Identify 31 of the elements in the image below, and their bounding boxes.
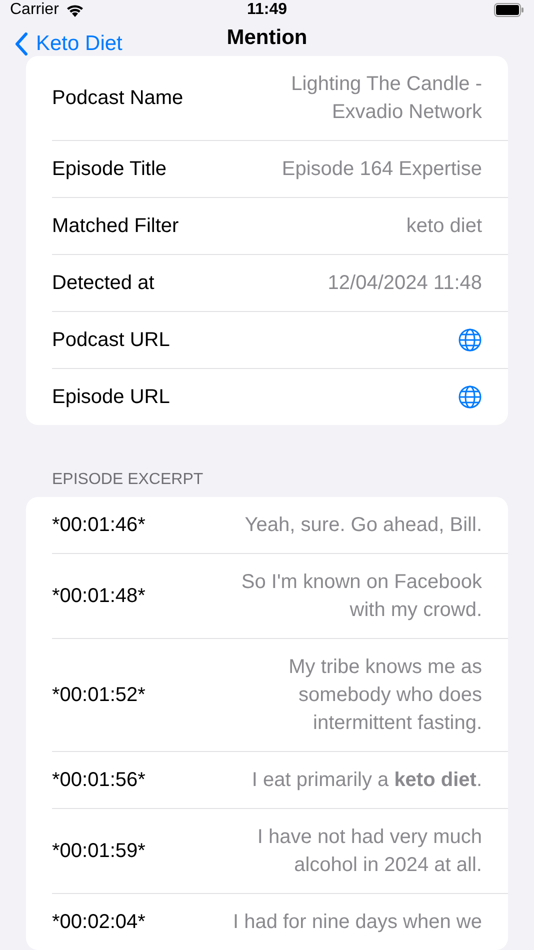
excerpt-text: I have not had very much alcohol in 2024 at all. — [256, 825, 482, 878]
excerpt-text: My tribe knows me as somebody who does intermittent fasting. — [288, 655, 482, 736]
section-header: EPISODE EXCERPT — [52, 471, 204, 489]
excerpt-text: I had for nine days when we — [232, 910, 482, 935]
timestamp: *00:01:59* — [52, 839, 146, 864]
back-button[interactable]: Keto Diet — [14, 32, 122, 56]
globe-icon[interactable] — [458, 328, 482, 352]
battery-icon — [494, 2, 524, 17]
timestamp: *00:02:04* — [52, 910, 146, 935]
timestamp: *00:01:52* — [52, 683, 146, 708]
field-value: Lighting The Candle - Exvadio Network — [290, 72, 482, 125]
field-value: Episode 164 Expertise — [282, 157, 482, 182]
field-label: Episode URL — [52, 385, 170, 410]
field-label: Podcast URL — [52, 328, 170, 353]
status-time: 11:49 — [246, 0, 288, 19]
field-label: Detected at — [52, 271, 154, 296]
timestamp: *00:01:46* — [52, 513, 146, 538]
field-label: Episode Title — [52, 157, 167, 182]
timestamp: *00:01:56* — [52, 768, 146, 793]
field-value: keto diet — [406, 214, 482, 239]
field-value: 12/04/2024 11:48 — [328, 271, 482, 296]
excerpt-text: So I'm known on Facebook with my crowd. — [240, 570, 482, 623]
field-label: Matched Filter — [52, 214, 179, 239]
screen-title: Mention — [226, 26, 308, 50]
carrier-label: Carrier — [10, 0, 59, 19]
excerpt-text: I eat primarily a keto diet. — [252, 768, 482, 793]
excerpt-text: Yeah, sure. Go ahead, Bill. — [244, 513, 482, 538]
globe-icon[interactable] — [458, 385, 482, 409]
timestamp: *00:01:48* — [52, 584, 146, 609]
field-label: Podcast Name — [52, 86, 184, 111]
chevron-left-icon — [14, 32, 28, 56]
